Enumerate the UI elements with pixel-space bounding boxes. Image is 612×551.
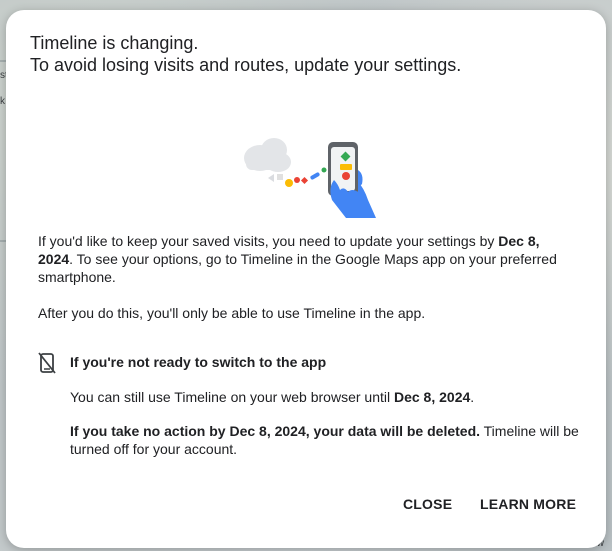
- section-text: You can still use Timeline on your web b…: [70, 388, 578, 406]
- map-label: k: [0, 96, 5, 107]
- timeline-dialog: Timeline is changing. To avoid losing vi…: [6, 10, 606, 548]
- deletion-warning: If you take no action by Dec 8, 2024, yo…: [70, 422, 580, 458]
- dialog-body: If you'd like to keep your saved visits,…: [38, 232, 578, 322]
- phone-hand-cloud-illustration: [236, 130, 386, 225]
- section-text-part: .: [470, 389, 475, 405]
- warning-bold: If you take no action by Dec 8, 2024, yo…: [70, 423, 481, 439]
- body-text: If you'd like to keep your saved visits,…: [38, 233, 499, 249]
- learn-more-button[interactable]: LEARN MORE: [480, 496, 576, 512]
- title-line-2: To avoid losing visits and routes, updat…: [30, 55, 462, 75]
- section-title: If you're not ready to switch to the app: [70, 354, 327, 370]
- section-text-part: You can still use Timeline on your web b…: [70, 389, 394, 405]
- close-button[interactable]: CLOSE: [403, 496, 452, 512]
- deadline-date: Dec 8, 2024: [393, 389, 471, 405]
- body-text: . To see your options, go to Timeline in…: [38, 251, 557, 285]
- dialog-title: Timeline is changing. To avoid losing vi…: [30, 32, 590, 76]
- body-paragraph-1: If you'd like to keep your saved visits,…: [38, 232, 578, 286]
- phone-off-icon: [38, 352, 56, 379]
- title-line-1: Timeline is changing.: [30, 33, 199, 53]
- body-paragraph-2: After you do this, you'll only be able t…: [38, 305, 426, 321]
